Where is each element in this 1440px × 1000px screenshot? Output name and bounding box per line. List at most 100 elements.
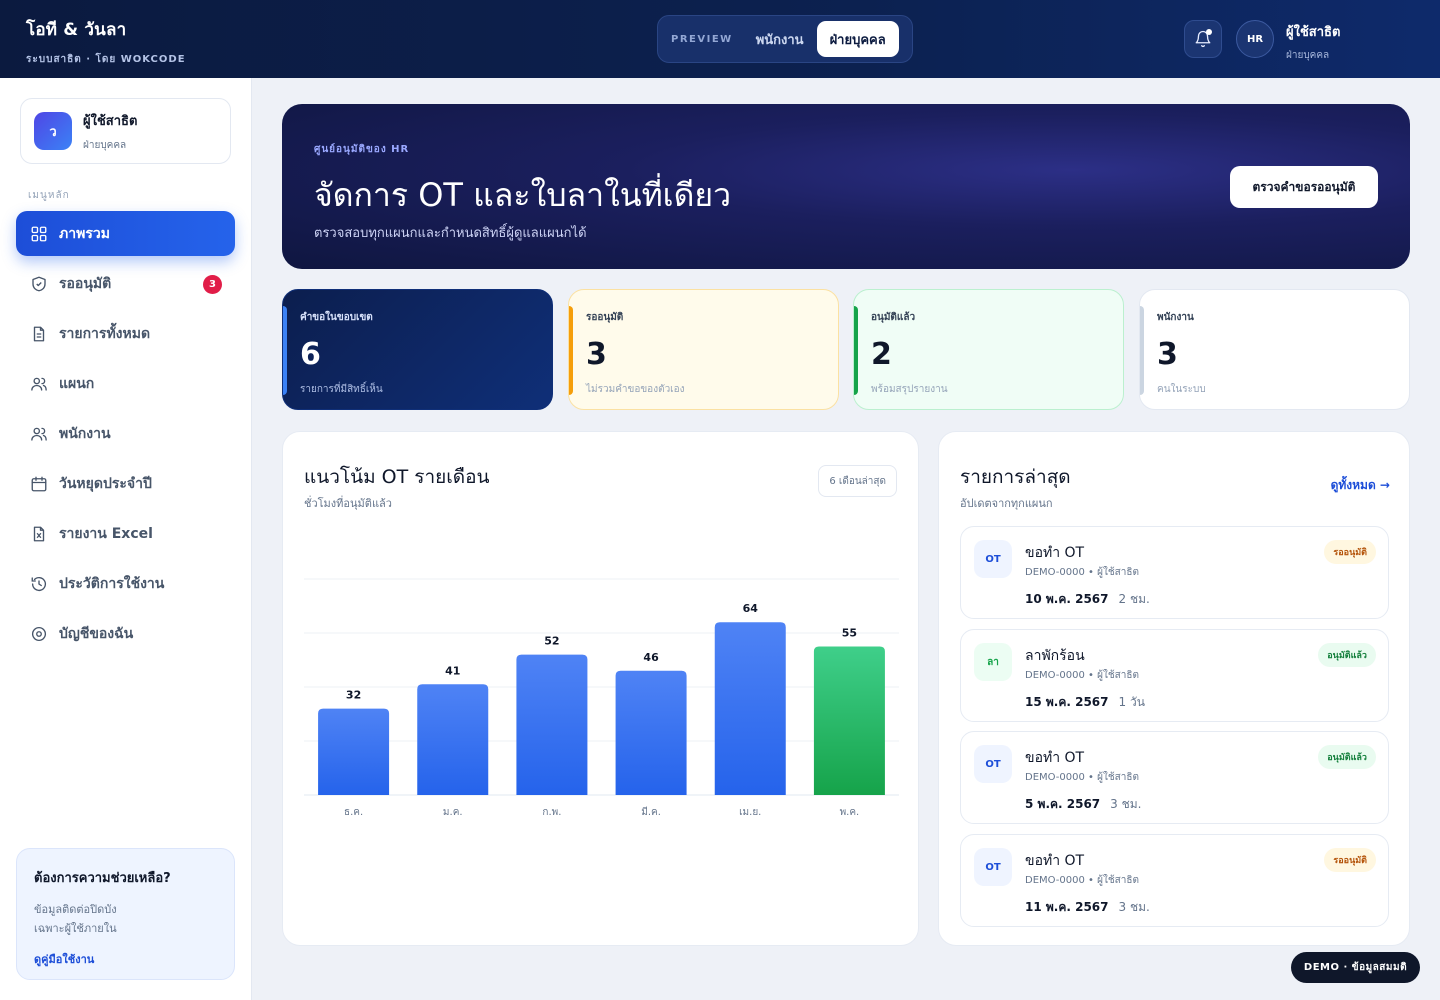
hero-banner: ศูนย์อนุมัติของ HR จัดการ OT และใบลาในที…: [282, 104, 1410, 269]
range-selector[interactable]: 6 เดือนล่าสุด: [818, 465, 897, 497]
status-badge: รออนุมัติ: [1324, 848, 1376, 872]
sidebar-item-label: รายการทั้งหมด: [59, 325, 151, 342]
hero-title: จัดการ OT และใบลาในที่เดียว: [314, 176, 732, 214]
request-date: 15 พ.ค. 2567: [1025, 695, 1109, 709]
request-type-tag: OT: [974, 540, 1012, 578]
user-info[interactable]: ผู้ใช้สาธิต ฝ่ายบุคคล: [1286, 21, 1340, 63]
sidebar-item-all-requests[interactable]: รายการทั้งหมด: [16, 311, 235, 356]
sidebar-item-excel-report[interactable]: รายงาน Excel: [16, 511, 235, 556]
user-avatar[interactable]: HR: [1236, 20, 1274, 58]
profile-avatar: ว: [34, 112, 72, 150]
bar-value-label: 52: [544, 635, 559, 648]
ot-bar-chart: 32 ธ.ค. 41 ม.ค. 52 ก.พ. 46 มี.ค. 64 เม.ย. 55 พ.ค.: [304, 578, 899, 818]
sidebar-item-label: ประวัติการใช้งาน: [59, 575, 165, 592]
stat-accent: [283, 306, 287, 395]
request-type-tag: OT: [974, 848, 1012, 886]
user-role: ฝ่ายบุคคล: [1286, 50, 1330, 61]
profile-role: ฝ่ายบุคคล: [83, 139, 127, 151]
brand: โอที & วันลา ระบบสาธิต · โดย WOKCODE: [26, 16, 186, 67]
request-type-tag: OT: [974, 745, 1012, 783]
chart-title: แนวโน้ม OT รายเดือน: [304, 466, 490, 488]
chart-bar[interactable]: [813, 646, 885, 796]
chart-bar[interactable]: [318, 708, 390, 795]
sidebar-item-history[interactable]: ประวัติการใช้งาน: [16, 561, 235, 606]
stat-label: รออนุมัติ: [586, 312, 624, 323]
tab-employee[interactable]: พนักงาน: [743, 21, 817, 57]
review-pending-button[interactable]: ตรวจคำขอรออนุมัติ: [1230, 166, 1378, 208]
user-guide-link[interactable]: ดูคู่มือใช้งาน: [34, 950, 217, 968]
bar-value-label: 46: [643, 651, 659, 664]
sidebar-item-label: วันหยุดประจำปี: [59, 475, 152, 492]
stat-card-scope[interactable]: คำขอในขอบเขต 6 รายการที่มีสิทธิ์เห็น: [282, 289, 553, 410]
chart-bar[interactable]: [714, 622, 786, 795]
stat-label: คำขอในขอบเขต: [300, 312, 373, 323]
calendar-icon: [30, 475, 48, 493]
profile-name: ผู้ใช้สาธิต: [83, 113, 138, 129]
recent-requests-card: รายการล่าสุด อัปเดตจากทุกแผนก ดูทั้งหมด …: [938, 431, 1410, 946]
request-item[interactable]: OT ขอทำ OT DEMO-0000 • ผู้ใช้สาธิต 11 พ.…: [960, 834, 1389, 927]
chart-subtitle: ชั่วโมงที่อนุมัติแล้ว: [304, 497, 392, 510]
history-icon: [30, 575, 48, 593]
stat-accent: [1140, 306, 1144, 395]
request-meta: DEMO-0000 • ผู้ใช้สาธิต: [1025, 567, 1139, 578]
stat-value: 3: [1157, 337, 1178, 372]
grid-icon: [30, 225, 48, 243]
request-meta: DEMO-0000 • ผู้ใช้สาธิต: [1025, 670, 1139, 681]
sidebar-item-departments[interactable]: แผนก: [16, 361, 235, 406]
sidebar-item-label: แผนก: [59, 375, 95, 392]
app-subtitle: ระบบสาธิต · โดย WOKCODE: [26, 54, 186, 65]
request-amount: 2 ชม.: [1118, 592, 1150, 606]
role-switcher: PREVIEW พนักงาน ฝ่ายบุคคล: [657, 15, 913, 63]
stat-sub: รายการที่มีสิทธิ์เห็น: [300, 384, 383, 395]
shield-check-icon: [30, 275, 48, 293]
hero-subtitle: ตรวจสอบทุกแผนกและกำหนดสิทธิ์ผู้ดูแลแผนกไ…: [314, 226, 587, 241]
status-badge: รออนุมัติ: [1324, 540, 1376, 564]
request-title: ขอทำ OT: [1025, 750, 1085, 766]
chart-bar[interactable]: [417, 684, 489, 795]
help-title: ต้องการความช่วยเหลือ?: [34, 871, 171, 886]
bar-value-label: 32: [346, 689, 361, 702]
user-name: ผู้ใช้สาธิต: [1286, 25, 1341, 40]
sidebar: ว ผู้ใช้สาธิต ฝ่ายบุคคล เมนูหลัก ภาพรวม …: [0, 78, 252, 1000]
recent-subtitle: อัปเดตจากทุกแผนก: [960, 497, 1053, 510]
bar-value-label: 41: [445, 664, 460, 677]
stat-value: 6: [300, 337, 321, 372]
document-icon: [30, 325, 48, 343]
sidebar-item-label: พนักงาน: [59, 425, 111, 442]
chart-bar[interactable]: [615, 670, 687, 795]
sidebar-item-pending[interactable]: รออนุมัติ 3: [16, 261, 235, 306]
see-all-link[interactable]: ดูทั้งหมด →: [1331, 476, 1390, 495]
users-icon: [30, 425, 48, 443]
preview-label: PREVIEW: [671, 33, 733, 45]
tab-hr[interactable]: ฝ่ายบุคคล: [816, 21, 899, 57]
x-tick-label: ม.ค.: [443, 807, 463, 818]
request-amount: 1 วัน: [1118, 695, 1145, 709]
stat-card-pending[interactable]: รออนุมัติ 3 ไม่รวมคำขอของตัวเอง: [568, 289, 839, 410]
profile-card[interactable]: ว ผู้ใช้สาธิต ฝ่ายบุคคล: [20, 98, 231, 164]
x-tick-label: ก.พ.: [542, 807, 561, 818]
request-date: 10 พ.ค. 2567: [1025, 592, 1109, 606]
request-title: ขอทำ OT: [1025, 853, 1085, 869]
sidebar-item-employees[interactable]: พนักงาน: [16, 411, 235, 456]
stat-card-approved[interactable]: อนุมัติแล้ว 2 พร้อมสรุปรายงาน: [853, 289, 1124, 410]
x-tick-label: เม.ย.: [739, 807, 761, 818]
stat-accent: [854, 306, 858, 395]
request-meta: DEMO-0000 • ผู้ใช้สาธิต: [1025, 875, 1139, 886]
notification-button[interactable]: [1184, 20, 1222, 58]
request-amount: 3 ชม.: [1110, 797, 1142, 811]
request-item[interactable]: OT ขอทำ OT DEMO-0000 • ผู้ใช้สาธิต 5 พ.ค…: [960, 731, 1389, 824]
chart-bar[interactable]: [516, 654, 588, 795]
ot-trend-card: แนวโน้ม OT รายเดือน ชั่วโมงที่อนุมัติแล้…: [282, 431, 919, 946]
excel-file-icon: [30, 525, 48, 543]
request-date: 5 พ.ค. 2567: [1025, 797, 1101, 811]
request-item[interactable]: OT ขอทำ OT DEMO-0000 • ผู้ใช้สาธิต 10 พ.…: [960, 526, 1389, 619]
request-item[interactable]: ลา ลาพักร้อน DEMO-0000 • ผู้ใช้สาธิต 15 …: [960, 629, 1389, 722]
stat-card-employees[interactable]: พนักงาน 3 คนในระบบ: [1139, 289, 1410, 410]
stat-accent: [569, 306, 573, 395]
help-description: ข้อมูลติดต่อปิดบังเฉพาะผู้ใช้ภายใน: [34, 903, 117, 935]
stat-value: 2: [871, 337, 892, 372]
sidebar-item-label: รออนุมัติ: [59, 275, 112, 292]
sidebar-item-my-account[interactable]: บัญชีของฉัน: [16, 611, 235, 656]
sidebar-item-holidays[interactable]: วันหยุดประจำปี: [16, 461, 235, 506]
sidebar-item-overview[interactable]: ภาพรวม: [16, 211, 235, 256]
